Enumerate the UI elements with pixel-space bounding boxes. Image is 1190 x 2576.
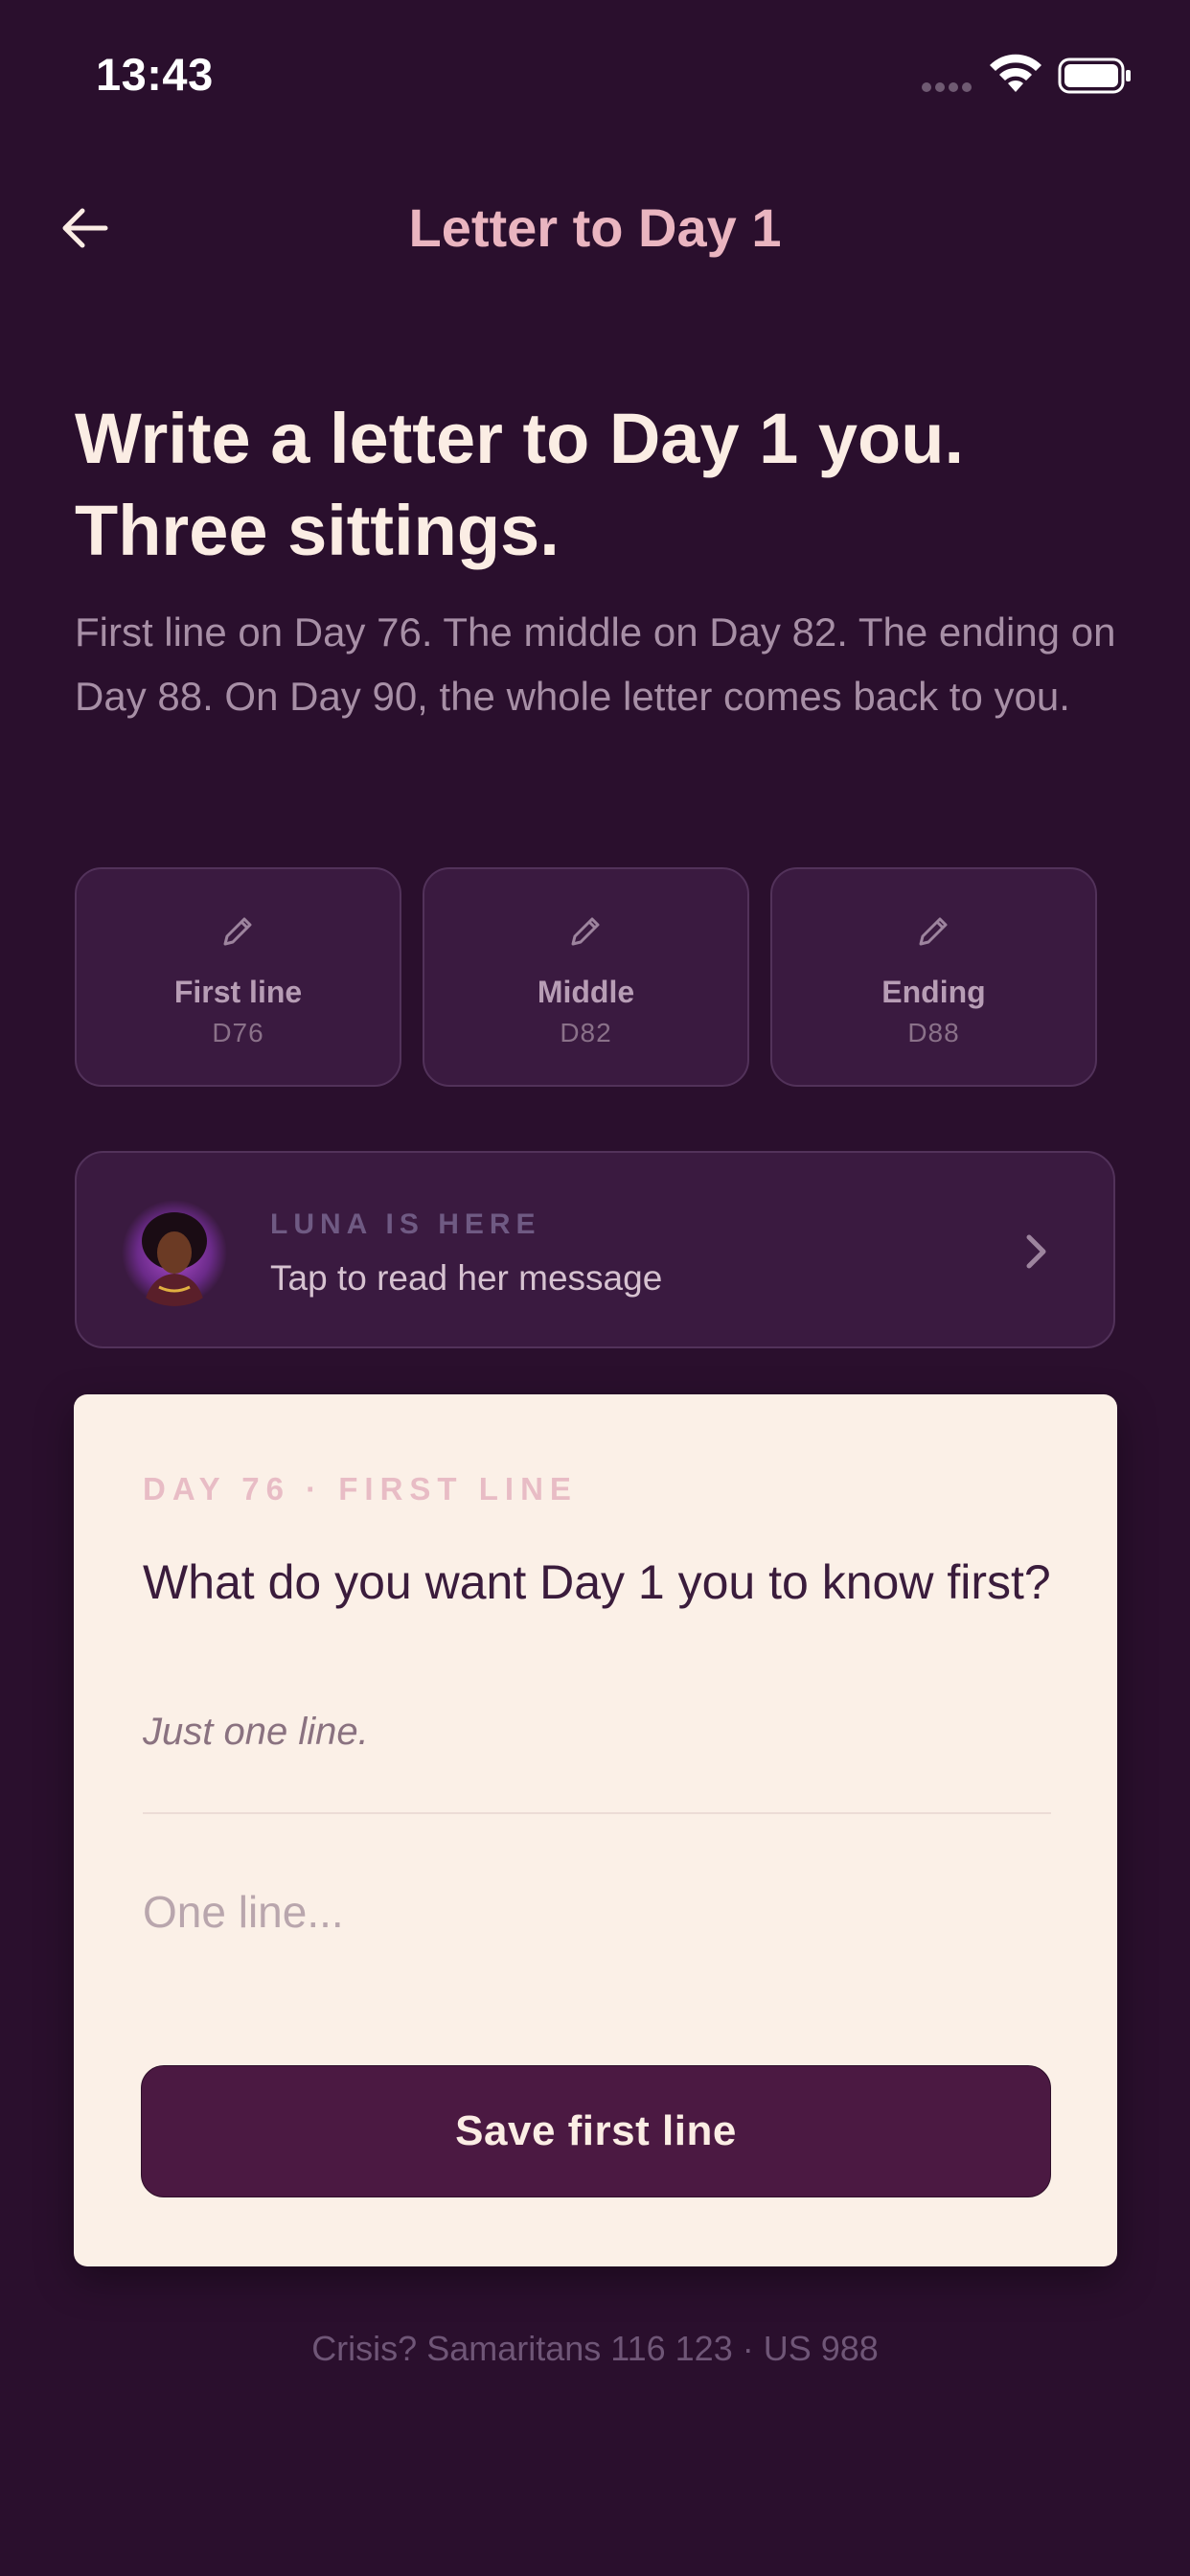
wifi-icon	[990, 54, 1041, 92]
prompt-hint: Just one line.	[143, 1711, 369, 1753]
battery-icon	[1058, 58, 1131, 94]
sitting-label: First line	[173, 975, 303, 1009]
header-title: Letter to Day 1	[408, 197, 782, 258]
status-bar: 13:43	[0, 0, 1190, 153]
luna-avatar	[122, 1200, 227, 1306]
pencil-icon	[223, 917, 251, 946]
prompt-question: What do you want Day 1 you to know first…	[143, 1555, 1051, 1609]
luna-message-card[interactable]: LUNA IS HERE Tap to read her message	[75, 1151, 1115, 1348]
save-first-line-button[interactable]: Save first line	[141, 2065, 1051, 2197]
sittings-row: First line D76 Middle D82 Ending D88	[75, 867, 1098, 1087]
pencil-icon	[571, 917, 599, 946]
chevron-right-icon	[1026, 1234, 1046, 1269]
crisis-text[interactable]: Crisis? Samaritans 116 123 · US 988	[0, 2329, 1190, 2369]
sitting-day: D82	[560, 1018, 612, 1047]
intro-text: First line on Day 76. The middle on Day …	[75, 610, 1116, 719]
card-eyebrow: DAY 76 · FIRST LINE	[143, 1471, 578, 1506]
page-title-line-1: Write a letter to Day 1 you.	[75, 399, 964, 478]
luna-subtitle: Tap to read her message	[270, 1258, 663, 1298]
divider	[143, 1812, 1051, 1814]
signal-icon	[922, 82, 972, 92]
sitting-card-ending[interactable]: Ending D88	[770, 867, 1097, 1087]
page-title: Write a letter to Day 1 you. Three sitti…	[75, 393, 1129, 577]
sitting-card-middle[interactable]: Middle D82	[423, 867, 749, 1087]
first-line-input[interactable]	[143, 1864, 1051, 1960]
page-title-line-2: Three sittings.	[75, 491, 560, 570]
pencil-icon	[919, 917, 947, 946]
luna-eyebrow: LUNA IS HERE	[270, 1208, 541, 1240]
sitting-label: Ending	[881, 975, 986, 1009]
sitting-day: D88	[907, 1018, 960, 1047]
letter-card: DAY 76 · FIRST LINE What do you want Day…	[74, 1394, 1117, 2266]
letter-screen: 13:43 Letter to Day 1 Write a letter to …	[0, 0, 1190, 2576]
status-time: 13:43	[96, 49, 214, 100]
sitting-day: D76	[212, 1018, 264, 1047]
sitting-card-first-line[interactable]: First line D76	[75, 867, 401, 1087]
sitting-label: Middle	[537, 975, 635, 1009]
